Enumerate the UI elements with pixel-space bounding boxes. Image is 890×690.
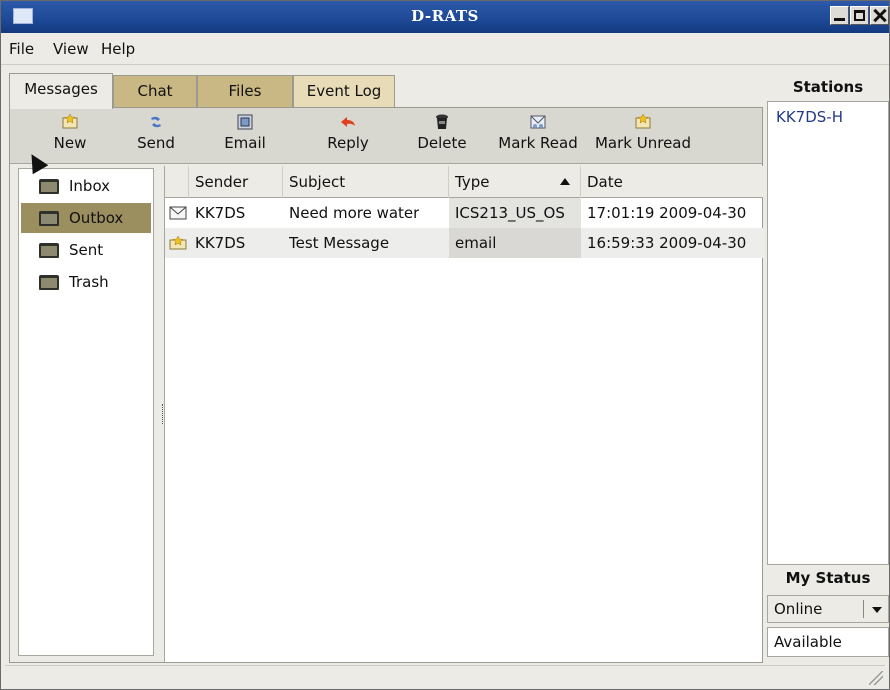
folder-label: Trash [69, 273, 109, 291]
cell-sender: KK7DS [195, 204, 246, 222]
unread-star-envelope-icon [169, 236, 187, 250]
cell-date: 16:59:33 2009-04-30 [587, 234, 747, 252]
station-item[interactable]: KK7DS-H [776, 108, 843, 126]
menu-view[interactable]: View [53, 40, 89, 58]
menu-help[interactable]: Help [101, 40, 135, 58]
table-row[interactable]: KK7DS Need more water ICS213_US_OS 17:01… [165, 198, 763, 228]
tab-files[interactable]: Files [197, 75, 293, 107]
window-title: D-RATS [411, 7, 479, 25]
reply-button[interactable]: Reply [318, 112, 378, 160]
column-header-date[interactable]: Date [581, 166, 763, 198]
minimize-button[interactable] [830, 6, 849, 25]
email-button[interactable]: Email [210, 112, 280, 160]
cell-type: email [455, 234, 497, 252]
read-envelope-icon [530, 115, 546, 129]
sort-ascending-icon [560, 178, 570, 185]
folder-icon [39, 275, 59, 290]
cell-subject: Test Message [289, 234, 390, 252]
folder-label: Sent [69, 241, 104, 259]
close-button[interactable] [870, 6, 889, 25]
email-button-label: Email [224, 134, 266, 152]
folder-icon [39, 243, 59, 258]
envelope-icon [169, 206, 187, 220]
mark-unread-button[interactable]: Mark Unread [588, 112, 698, 160]
menu-file[interactable]: File [9, 40, 34, 58]
table-row[interactable]: KK7DS Test Message email 16:59:33 2009-0… [165, 228, 763, 258]
chevron-down-icon [872, 607, 882, 613]
column-header-icon[interactable] [165, 166, 189, 198]
app-window: D-RATS File View Help Messages Chat File… [0, 0, 890, 690]
reply-arrow-icon [341, 117, 355, 127]
status-message-input[interactable]: Available [767, 627, 889, 657]
column-header-type[interactable]: Type [449, 166, 581, 198]
trash-can-icon [436, 114, 448, 129]
delete-button[interactable]: Delete [410, 112, 474, 160]
folder-label: Inbox [69, 177, 111, 195]
send-icon [151, 116, 161, 128]
column-header-sender[interactable]: Sender [189, 166, 283, 198]
folder-icon [39, 179, 59, 194]
cell-sender: KK7DS [195, 234, 246, 252]
folder-inbox[interactable]: Inbox [21, 171, 151, 201]
messages-toolbar: New Send Email Reply Delete Mark Read Ma… [10, 108, 762, 164]
stations-list: KK7DS-H [767, 101, 889, 565]
new-button-label: New [53, 134, 87, 152]
unread-envelope-icon [635, 114, 651, 129]
mark-read-button[interactable]: Mark Read [488, 112, 588, 160]
folder-outbox[interactable]: Outbox [21, 203, 151, 233]
mark-unread-label: Mark Unread [594, 134, 692, 152]
maximize-button[interactable] [850, 6, 869, 25]
status-message-value: Available [774, 633, 842, 651]
column-header-subject[interactable]: Subject [283, 166, 449, 198]
status-dropdown-value: Online [774, 600, 823, 618]
folder-sent[interactable]: Sent [21, 235, 151, 265]
column-header-type-label: Type [455, 173, 490, 191]
new-message-icon [62, 114, 78, 129]
table-header: Sender Subject Type Date [165, 166, 763, 198]
status-bar [5, 665, 885, 687]
status-dropdown[interactable]: Online [767, 595, 889, 623]
tab-messages[interactable]: Messages [9, 73, 113, 109]
my-status-title: My Status [785, 569, 871, 587]
folder-list: Inbox Outbox Sent Trash [18, 168, 154, 656]
folder-label: Outbox [69, 209, 124, 227]
email-icon [237, 114, 253, 130]
cell-type: ICS213_US_OS [455, 204, 565, 222]
stations-title: Stations [792, 78, 864, 96]
send-button[interactable]: Send [128, 112, 184, 160]
tab-event-log[interactable]: Event Log [293, 75, 395, 107]
cell-subject: Need more water [289, 204, 420, 222]
cell-date: 17:01:19 2009-04-30 [587, 204, 747, 222]
reply-button-label: Reply [327, 134, 369, 152]
folder-icon [39, 211, 59, 226]
tab-chat[interactable]: Chat [113, 75, 197, 107]
resize-grip-icon[interactable] [869, 671, 883, 685]
new-button[interactable]: New [38, 112, 102, 160]
send-button-label: Send [137, 134, 175, 152]
title-bar[interactable]: D-RATS [1, 1, 889, 33]
delete-button-label: Delete [417, 134, 467, 152]
messages-panel: New Send Email Reply Delete Mark Read Ma… [9, 107, 763, 663]
folder-trash[interactable]: Trash [21, 267, 151, 297]
message-table: Sender Subject Type Date KK7DS Need more… [164, 166, 763, 662]
mark-read-label: Mark Read [498, 134, 578, 152]
menu-bar: File View Help [1, 33, 889, 65]
